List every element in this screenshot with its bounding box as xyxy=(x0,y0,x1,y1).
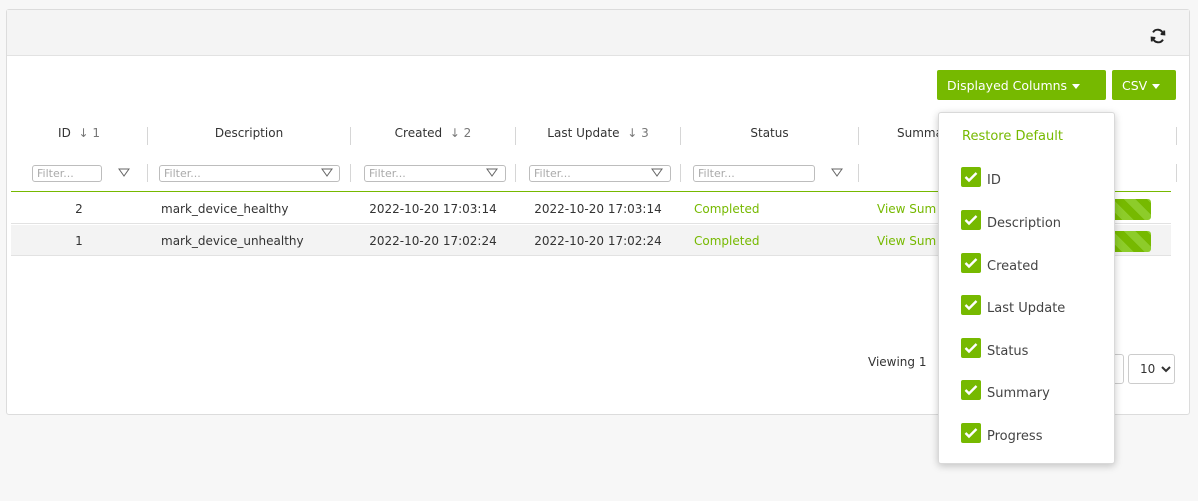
cell-created: 2022-10-20 17:02:24 xyxy=(369,233,497,248)
column-separator xyxy=(350,164,351,182)
filter-input-last-update[interactable]: Filter... xyxy=(529,165,671,182)
column-separator xyxy=(858,164,859,182)
filter-icon[interactable] xyxy=(651,167,663,179)
column-toggle-id[interactable]: ID xyxy=(961,166,1001,188)
filter-icon[interactable] xyxy=(486,167,498,179)
cell-description: mark_device_healthy xyxy=(161,201,289,216)
page-size-select[interactable]: 10 xyxy=(1128,354,1175,384)
restore-default-link[interactable]: Restore Default xyxy=(962,129,1063,144)
column-toggle-progress[interactable]: Progress xyxy=(961,422,1042,444)
column-header-status[interactable]: Status xyxy=(681,114,858,152)
sort-indicator: ↓ 1 xyxy=(78,126,100,140)
column-toggle-summary[interactable]: Summary xyxy=(961,379,1050,401)
column-toggle-description[interactable]: Description xyxy=(961,209,1061,231)
chevron-down-icon xyxy=(1161,366,1171,373)
caret-down-icon xyxy=(1152,83,1161,89)
column-header-label: ID xyxy=(58,126,71,140)
sort-indicator: ↓ 3 xyxy=(627,126,649,140)
checkmark-icon[interactable] xyxy=(961,253,981,273)
checkmark-icon[interactable] xyxy=(961,338,981,358)
checkmark-icon[interactable] xyxy=(961,167,981,187)
sort-indicator: ↓ 2 xyxy=(449,126,472,140)
filter-input-status[interactable]: Filter... xyxy=(693,165,815,182)
view-summary-link[interactable]: View Sum xyxy=(877,225,936,256)
csv-button[interactable]: CSV xyxy=(1112,70,1176,100)
column-toggle-label: Description xyxy=(987,215,1062,231)
column-toggle-status[interactable]: Status xyxy=(961,337,1028,359)
displayed-columns-label: Displayed Columns xyxy=(947,77,1068,93)
filter-icon[interactable] xyxy=(321,167,333,179)
column-header-description[interactable]: Description xyxy=(148,114,350,152)
column-separator xyxy=(1176,164,1177,182)
column-header-label: Summa xyxy=(897,126,943,140)
column-toggle-label: Status xyxy=(987,343,1029,359)
caret-down-icon xyxy=(1072,83,1081,89)
column-separator xyxy=(680,164,681,182)
column-header-label: Description xyxy=(214,126,284,140)
column-toggle-created[interactable]: Created xyxy=(961,252,1038,274)
cell-description: mark_device_unhealthy xyxy=(161,233,304,248)
displayed-columns-button[interactable]: Displayed Columns xyxy=(937,70,1106,100)
pagination-viewing-text: Viewing 1 xyxy=(868,355,927,369)
csv-label: CSV xyxy=(1122,77,1148,93)
panel-header xyxy=(7,10,1189,56)
column-header-label: Last Update xyxy=(547,126,620,140)
column-separator xyxy=(147,164,148,182)
column-header-id[interactable]: ID ↓ 1 xyxy=(11,114,147,152)
filter-icon[interactable] xyxy=(831,167,843,179)
filter-input-created[interactable]: Filter... xyxy=(364,165,506,182)
refresh-icon[interactable] xyxy=(1149,27,1167,45)
checkmark-icon[interactable] xyxy=(961,423,981,443)
checkmark-icon[interactable] xyxy=(961,210,981,230)
column-toggle-label: Progress xyxy=(987,428,1043,444)
column-separator xyxy=(515,164,516,182)
column-toggle-label: Last Update xyxy=(987,300,1066,316)
column-separator[interactable] xyxy=(1176,127,1177,145)
column-toggle-label: Summary xyxy=(987,385,1050,401)
cell-id: 2 xyxy=(75,201,83,216)
column-header-label: Created xyxy=(394,126,443,140)
column-toggle-label: Created xyxy=(987,258,1039,274)
cell-status: Completed xyxy=(694,201,760,216)
filter-icon[interactable] xyxy=(118,167,130,179)
filter-input-id[interactable]: Filter... xyxy=(32,165,102,182)
page-size-value: 10 xyxy=(1140,362,1156,376)
column-header-label: Status xyxy=(750,126,789,140)
cell-last-update: 2022-10-20 17:03:14 xyxy=(534,201,662,216)
view-summary-link[interactable]: View Sum xyxy=(877,193,936,224)
cell-last-update: 2022-10-20 17:02:24 xyxy=(534,233,662,248)
checkmark-icon[interactable] xyxy=(961,295,981,315)
cell-id: 1 xyxy=(75,233,83,248)
column-header-summary[interactable]: Summa xyxy=(859,114,949,152)
progress-bar xyxy=(1111,231,1151,252)
checkmark-icon[interactable] xyxy=(961,380,981,400)
progress-bar xyxy=(1111,199,1151,220)
cell-created: 2022-10-20 17:03:14 xyxy=(369,201,497,216)
cell-status: Completed xyxy=(694,233,760,248)
displayed-columns-menu: Restore Default ID Description Created L… xyxy=(938,112,1115,464)
filter-input-description[interactable]: Filter... xyxy=(159,165,340,182)
column-toggle-last-update[interactable]: Last Update xyxy=(961,294,1065,316)
column-toggle-label: ID xyxy=(987,172,1001,188)
column-header-created[interactable]: Created ↓ 2 xyxy=(351,114,515,152)
column-header-last-update[interactable]: Last Update ↓ 3 xyxy=(516,114,680,152)
